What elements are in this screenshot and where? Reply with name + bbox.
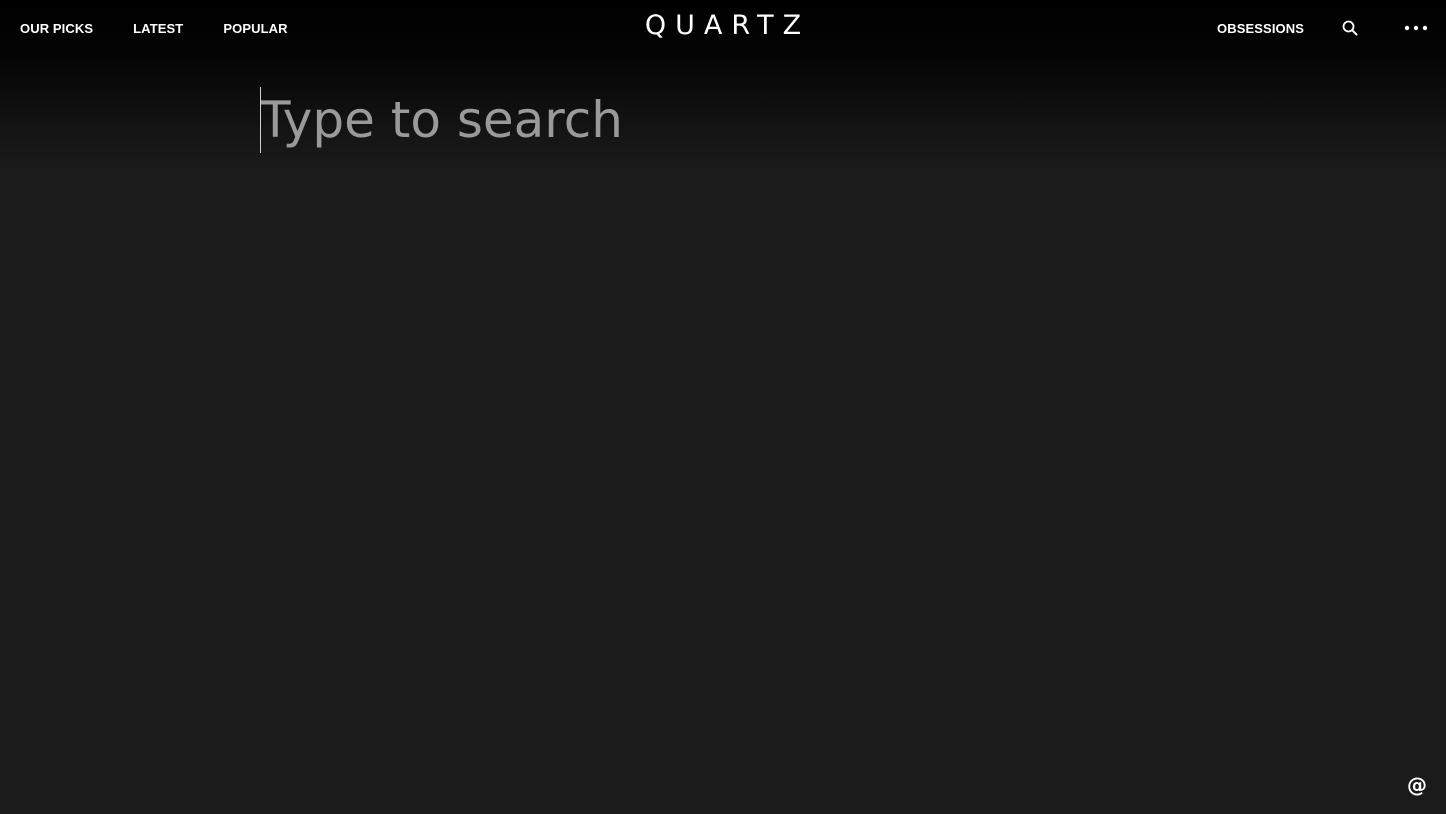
- more-horizontal-icon: [1404, 25, 1428, 31]
- secondary-nav: OBSESSIONS: [1217, 0, 1430, 56]
- search-icon: [1342, 20, 1358, 36]
- top-navigation-bar: OUR PICKS LATEST POPULAR QUARTZ OBSESSIO…: [0, 0, 1446, 56]
- search-input[interactable]: [260, 86, 1160, 154]
- search-button[interactable]: [1340, 18, 1360, 38]
- more-menu-button[interactable]: [1402, 18, 1430, 38]
- nav-link-our-picks[interactable]: OUR PICKS: [20, 21, 93, 36]
- primary-nav: OUR PICKS LATEST POPULAR: [20, 0, 328, 56]
- nav-link-popular[interactable]: POPULAR: [223, 21, 287, 36]
- quartz-logo[interactable]: QUARTZ: [636, 10, 810, 41]
- nav-link-obsessions[interactable]: OBSESSIONS: [1217, 21, 1304, 36]
- nav-link-latest[interactable]: LATEST: [133, 21, 183, 36]
- text-cursor: [260, 87, 261, 153]
- search-overlay-page: OUR PICKS LATEST POPULAR QUARTZ OBSESSIO…: [0, 0, 1446, 814]
- at-icon[interactable]: @: [1405, 773, 1429, 797]
- search-field-container: [260, 86, 1160, 154]
